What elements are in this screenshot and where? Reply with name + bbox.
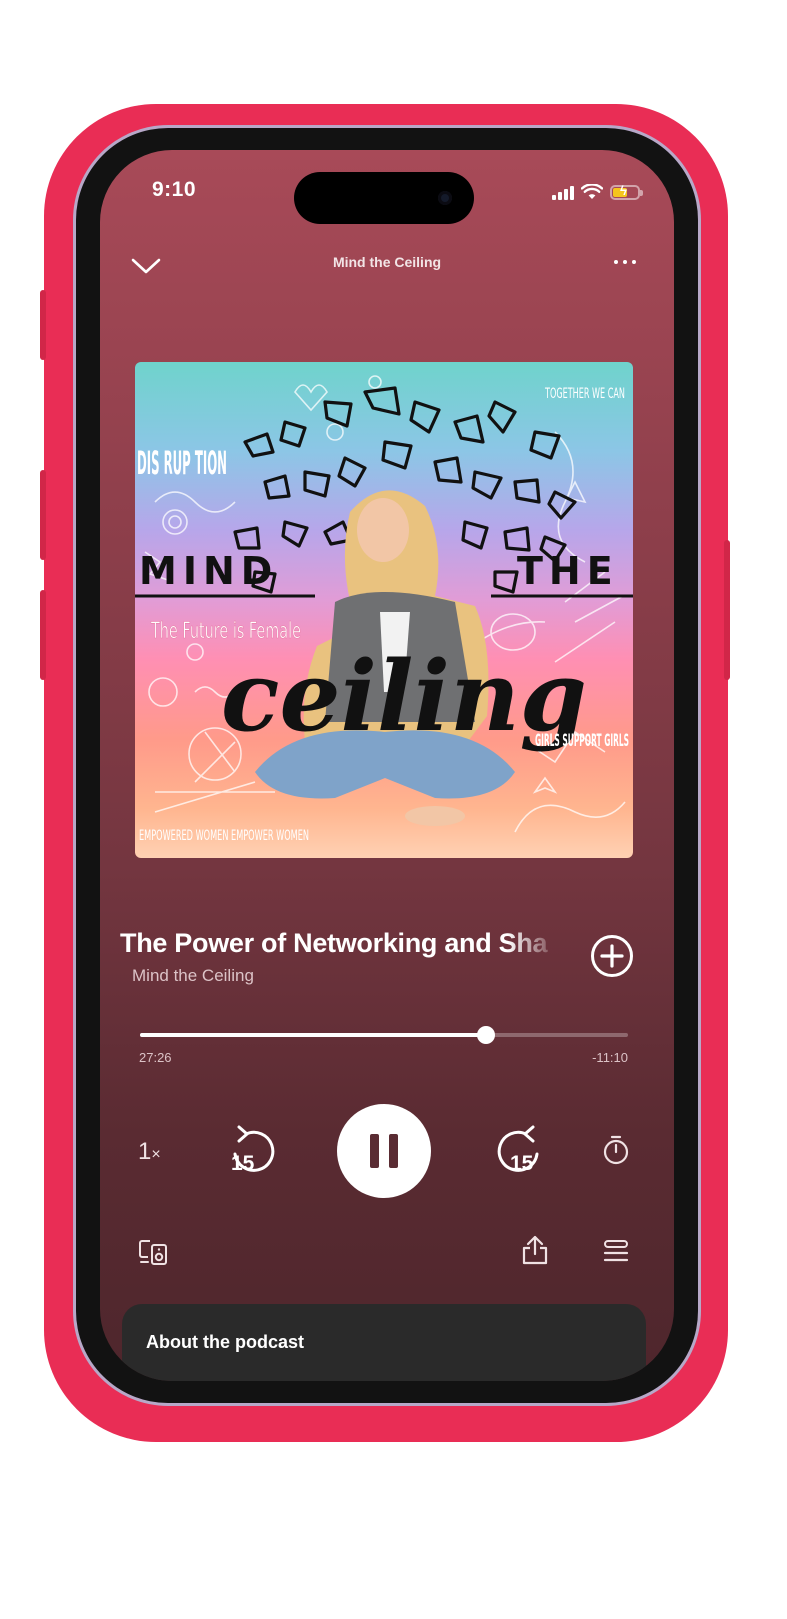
more-horizontal-icon[interactable] [614,260,636,264]
artwork-together-text: TOGETHER WE CAN [544,386,625,402]
skip-back-seconds: 15 [231,1152,255,1175]
case-side-button [40,470,46,560]
progress-bar[interactable] [140,1026,628,1044]
podcast-artwork: ceiling MIND THE DIS RUP TION TOGETHER W… [135,362,633,858]
case-side-button [724,540,730,680]
share-icon[interactable] [520,1234,550,1266]
skip-back-button[interactable]: 15 [226,1122,282,1182]
artwork-the-text: THE [517,549,619,593]
pause-icon-bar [389,1134,398,1168]
skip-forward-button[interactable]: 15 [490,1122,546,1182]
dynamic-island [294,172,474,224]
elapsed-time: 27:26 [139,1050,172,1065]
about-podcast-title: About the podcast [146,1332,304,1352]
skip-forward-seconds: 15 [510,1152,534,1175]
case-side-button [40,590,46,680]
artwork-future-text: The Future is Female [150,619,301,644]
front-camera [438,191,452,205]
cellular-signal-icon [552,184,574,200]
speed-value: 1 [138,1138,152,1165]
status-time: 9:10 [152,178,197,201]
case-side-button [40,290,46,360]
timer-icon[interactable] [601,1134,631,1166]
show-name[interactable]: Mind the Ceiling [132,966,254,986]
artwork-empowered-text: EMPOWERED WOMEN EMPOWER WOMEN [139,828,309,844]
about-podcast-card[interactable]: About the podcast [122,1304,646,1381]
pause-button[interactable] [337,1104,431,1198]
artwork-mind-text: MIND [139,549,278,593]
artwork-ceiling-text: ceiling [221,640,587,753]
queue-icon[interactable] [602,1238,630,1264]
wifi-icon [581,184,603,199]
progress-thumb[interactable] [476,1026,495,1044]
plus-circle-icon[interactable] [590,934,634,978]
pause-icon [370,1134,379,1168]
header-title: Mind the Ceiling [332,254,442,270]
playback-speed-button[interactable]: 1× [138,1138,161,1166]
artwork-disruption-text: DIS RUP TION [137,444,227,482]
now-playing-screen: 9:10 ϟ Mind the Ceiling ceiling MIND THE… [100,150,674,1381]
speed-suffix: × [151,1146,161,1163]
progress-bar-fill [140,1033,486,1037]
status-icons: ϟ [552,180,643,200]
artwork-girls-text: GIRLS SUPPORT GIRLS [535,731,629,751]
devices-icon[interactable] [138,1238,170,1266]
remaining-time: -11:10 [592,1050,628,1065]
battery-charging-icon: ϟ [610,184,643,200]
episode-title[interactable]: The Power of Networking and Sha [120,928,560,959]
